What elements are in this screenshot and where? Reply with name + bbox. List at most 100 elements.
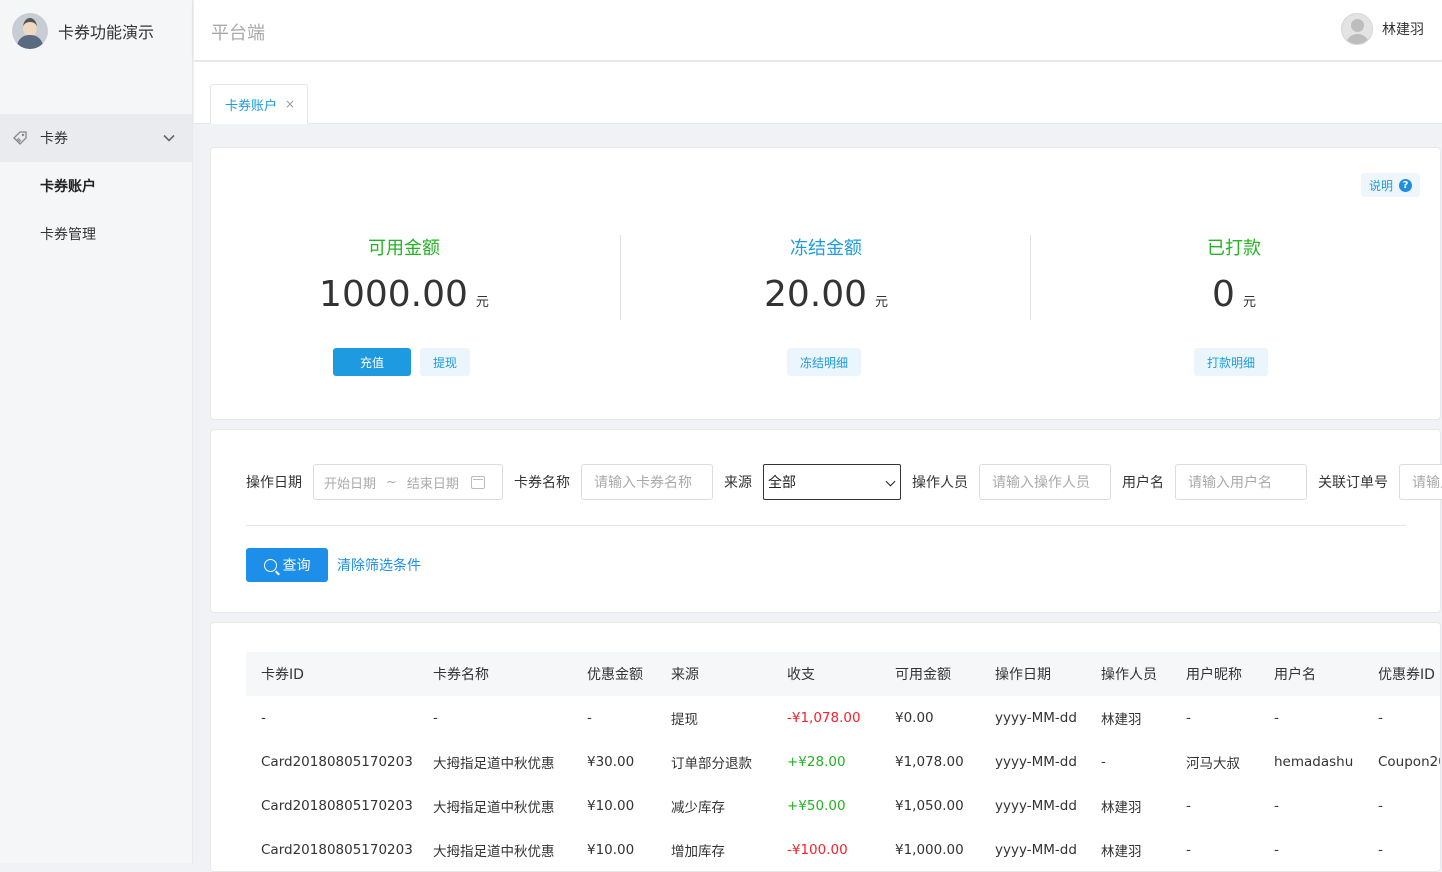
tab-bar: 卡券账户 × [194,62,1442,124]
table-cell: - [1378,842,1383,858]
source-select-value: 全部 [768,475,796,491]
column-header: 卡券名称 [433,667,489,683]
chevron-down-icon [163,134,175,142]
table-cell: yyyy-MM-dd [995,754,1077,770]
table-cell: ¥1,000.00 [895,842,964,858]
table-cell: ¥0.00 [895,710,934,726]
stat-frozen: 冻结金额 20.00 元 [621,234,1031,315]
operator-input[interactable]: 请输入操作人员 [979,464,1111,500]
source-label: 来源 [724,475,752,491]
table-cell: - [1101,754,1106,770]
tab-coupon-account[interactable]: 卡券账户 × [210,84,309,124]
close-icon[interactable]: × [285,97,295,111]
table-row: Card20180805170203 大拇指足道中秋优惠 ¥10.00 减少库存… [246,784,1440,828]
table-cell: - [1274,710,1279,726]
table-cell: - [1186,798,1191,814]
table-cell: yyyy-MM-dd [995,842,1077,858]
table-cell: 大拇指足道中秋优惠 [433,800,555,816]
table-cell: 订单部分退款 [671,756,752,772]
stat-unit: 元 [475,295,489,310]
table-cell: 增加库存 [671,844,725,860]
stat-available-amount: 1000.00 [319,274,468,315]
sidebar-item-coupon-management[interactable]: 卡券管理 [0,210,192,258]
username-input[interactable]: 请输入用户名 [1175,464,1307,500]
table-cell: 提现 [671,712,698,728]
filter-row: 操作日期 开始日期 ~ 结束日期 卡券名称 请输入卡券名称 来源 全部 操作人员… [246,464,1442,500]
sidebar-item-coupon-account[interactable]: 卡券账户 [0,162,192,210]
table-cell: hemadashu [1274,754,1354,770]
table-cell-amount: -¥1,078.00 [787,710,861,726]
brand-avatar [12,13,48,49]
card-name-input[interactable]: 请输入卡券名称 [581,464,713,500]
username-label: 用户名 [1122,475,1164,491]
table-cell: Card20180805170203 [261,754,413,770]
card-name-label: 卡券名称 [514,475,570,491]
user-menu[interactable]: 林建羽 [1341,13,1424,45]
order-input[interactable]: 请输入 [1399,464,1442,500]
stat-unit: 元 [1242,295,1256,310]
paid-detail-button[interactable]: 打款明细 [1194,348,1269,376]
column-header: 卡券ID [261,667,304,683]
table-card: 卡券ID 卡券名称 优惠金额 来源 收支 可用金额 操作日期 操作人员 用户昵称… [210,622,1441,872]
date-end-field[interactable]: 结束日期 [407,473,459,492]
top-bar: 平台端 林建羽 [194,0,1442,61]
app-title: 卡券功能演示 [58,23,155,42]
table-cell: 林建羽 [1101,800,1142,816]
column-header: 优惠券ID [1378,667,1435,683]
balance-card: 说明 ? 可用金额 1000.00 元 冻结金额 20.00 元 已打款 0元 充值… [210,147,1441,420]
stat-paid-value: 0元 [1029,274,1439,315]
clear-filters-link[interactable]: 清除筛选条件 [337,555,421,575]
column-header: 可用金额 [895,667,951,683]
stat-available-label: 可用金额 [368,238,440,259]
stat-paid: 已打款 0元 [1029,234,1439,315]
date-start-field[interactable]: 开始日期 [324,473,376,492]
table-cell: ¥1,078.00 [895,754,964,770]
column-header: 用户名 [1274,667,1316,683]
page-title: 平台端 [211,23,265,44]
sidebar-item-label: 卡券账户 [40,179,96,195]
menu-group-coupon[interactable]: 卡券 [0,114,192,162]
stat-frozen-amount: 20.00 [763,274,868,315]
menu-group: 卡券 卡券账户 卡券管理 [0,114,192,258]
table-cell-amount: +¥50.00 [787,798,846,814]
withdraw-button[interactable]: 提现 [420,348,471,376]
source-select[interactable]: 全部 [763,464,901,500]
table-row: - - - 提现 -¥1,078.00 ¥0.00 yyyy-MM-dd 林建羽… [246,696,1440,740]
table-row: Card20180805170203 大拇指足道中秋优惠 ¥30.00 订单部分… [246,740,1441,784]
stat-unit: 元 [875,295,889,310]
menu-group-label: 卡券 [40,131,68,147]
table-cell: Coupon20 [1378,754,1441,770]
table-cell: - [587,710,592,726]
table-cell: ¥10.00 [587,842,635,858]
column-header: 优惠金额 [587,667,643,683]
operator-label: 操作人员 [912,475,968,491]
table-cell: - [1186,710,1191,726]
column-header: 收支 [787,667,815,683]
table-cell: 林建羽 [1101,712,1142,728]
table-cell: 减少库存 [671,800,725,816]
date-range-picker[interactable]: 开始日期 ~ 结束日期 [313,464,503,500]
table-cell: - [433,710,438,726]
stat-paid-label: 已打款 [1207,238,1261,259]
records-table: 卡券ID 卡券名称 优惠金额 来源 收支 可用金额 操作日期 操作人员 用户昵称… [246,652,1441,871]
table-cell: 河马大叔 [1186,756,1240,772]
sidebar: 卡券功能演示 卡券 卡券账户 卡券管理 [0,0,193,863]
recharge-button[interactable]: 充值 [333,348,411,376]
search-icon [263,558,277,572]
table-cell: ¥1,050.00 [895,798,964,814]
sidebar-item-label: 卡券管理 [40,227,96,243]
query-button[interactable]: 查询 [246,548,328,582]
user-name: 林建羽 [1382,22,1424,38]
table-cell: 大拇指足道中秋优惠 [433,756,555,772]
question-icon: ? [1399,178,1412,192]
frozen-actions: 冻结明细 [787,348,862,376]
column-header: 操作人员 [1101,667,1157,683]
order-label: 关联订单号 [1318,475,1388,491]
available-actions: 充值 提现 [333,348,471,376]
date-label: 操作日期 [246,475,302,491]
table-cell: - [1274,842,1279,858]
help-button[interactable]: 说明 ? [1360,173,1420,197]
column-header: 操作日期 [995,667,1051,683]
table-cell: Card20180805170203 [261,798,413,814]
frozen-detail-button[interactable]: 冻结明细 [787,348,862,376]
